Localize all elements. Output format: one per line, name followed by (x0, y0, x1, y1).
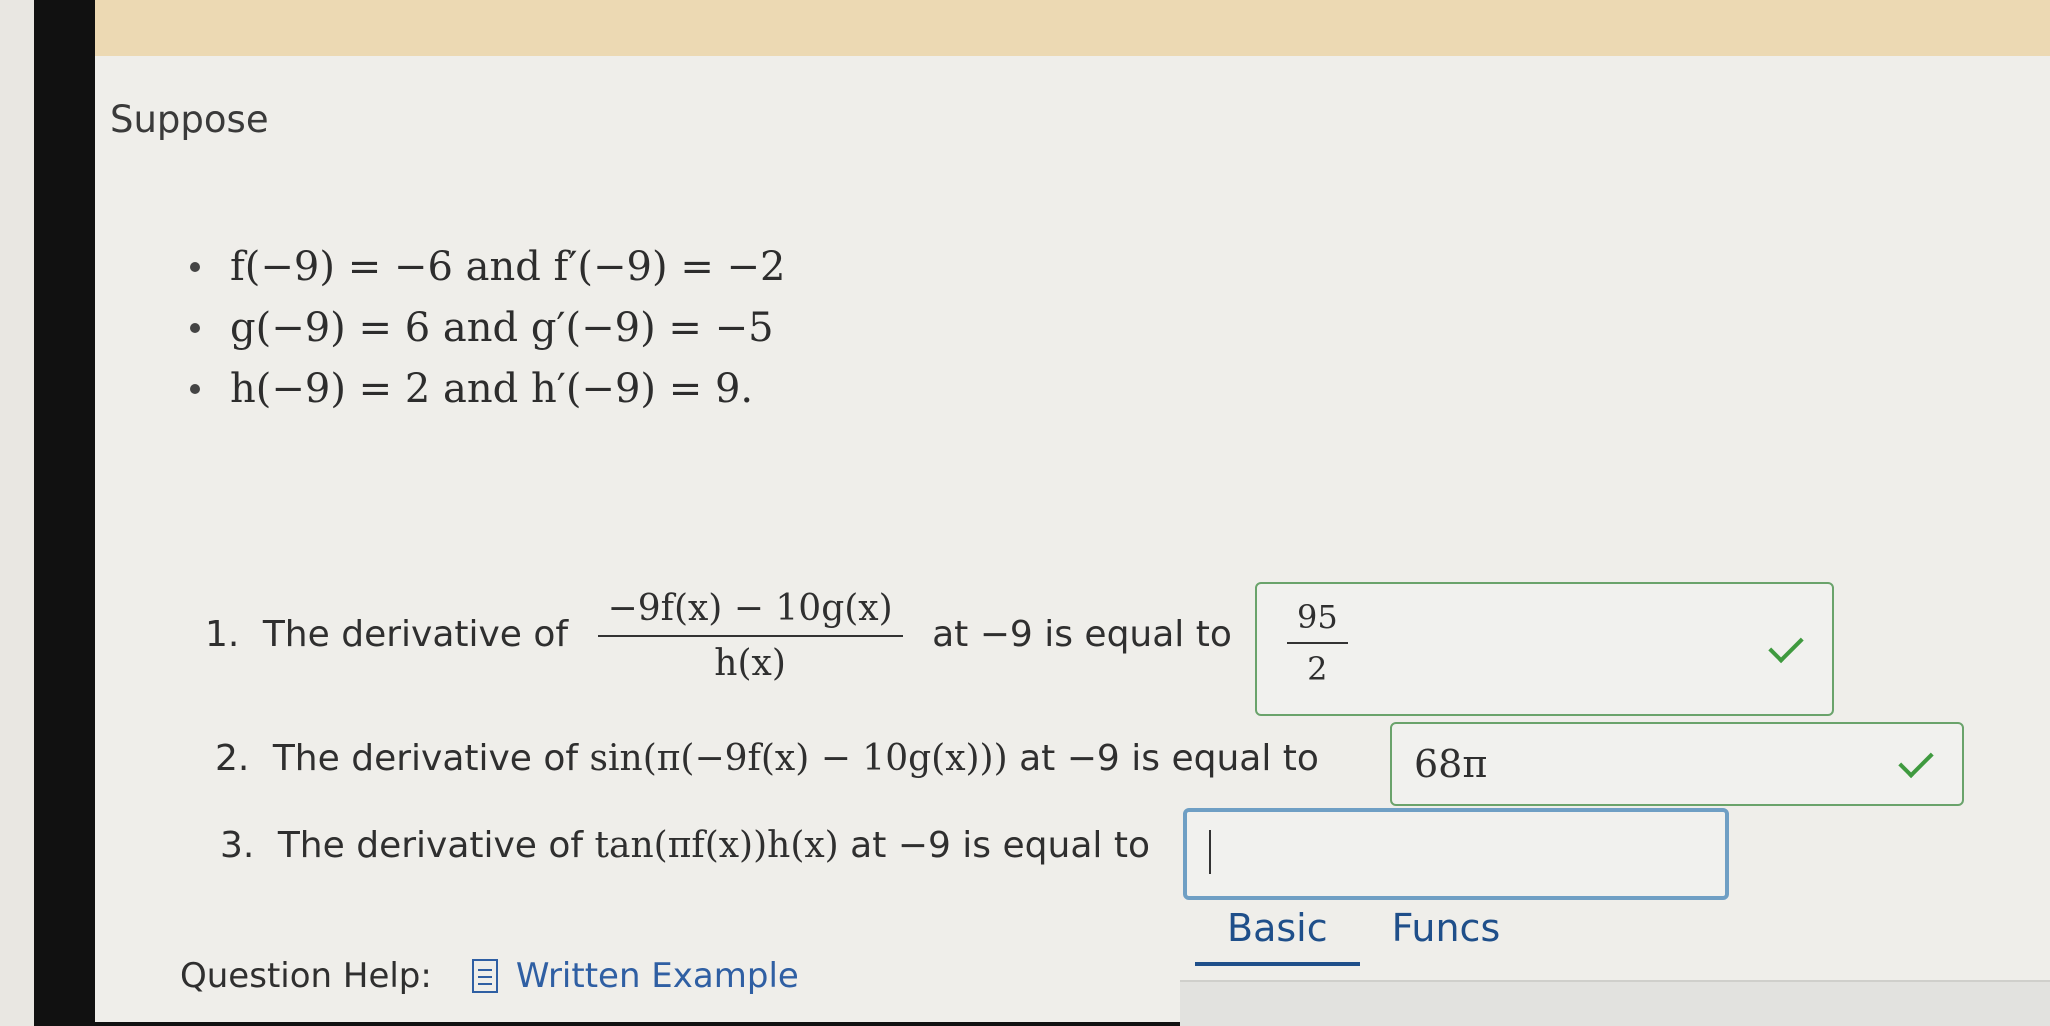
bullet-icon (190, 383, 200, 394)
question-3: 3. The derivative of tan(πf(x))h(x) at −… (220, 825, 1150, 866)
bullet-icon (190, 322, 200, 333)
expression-fraction: −9f(x) − 10g(x) h(x) (597, 588, 903, 684)
question-prefix: The derivative of (262, 614, 569, 655)
tab-basic[interactable]: Basic (1195, 900, 1360, 966)
answer-fraction: 95 2 (1287, 598, 1348, 688)
document-icon[interactable] (471, 959, 498, 993)
answer-denominator: 2 (1307, 650, 1328, 688)
question-number: 3. (220, 825, 255, 866)
check-icon (1898, 742, 1934, 779)
answer-numerator: 95 (1287, 598, 1348, 644)
question-expression: tan(πf(x))h(x) (594, 825, 839, 866)
keypad-tabs: Basic Funcs (1195, 900, 1532, 966)
intro-text: Suppose (110, 98, 269, 141)
check-icon (1768, 627, 1804, 664)
expression-numerator: −9f(x) − 10g(x) (597, 588, 903, 637)
given-item: g(−9) = 6 and g′(−9) = −5 (190, 297, 786, 358)
given-text: h(−9) = 2 and h′(−9) = 9. (230, 365, 754, 412)
given-list: f(−9) = −6 and f′(−9) = −2 g(−9) = 6 and… (190, 236, 786, 419)
question-suffix: at −9 is equal to (850, 825, 1150, 866)
question-panel (95, 56, 2050, 1022)
question-suffix: at −9 is equal to (932, 614, 1232, 655)
answer-input-2[interactable]: 68π (1390, 722, 1964, 806)
question-prefix: The derivative of (272, 738, 579, 779)
answer-input-3[interactable] (1183, 808, 1729, 900)
given-text: f(−9) = −6 and f′(−9) = −2 (230, 243, 786, 290)
question-expression: sin(π(−9f(x) − 10g(x))) (589, 738, 1008, 779)
question-number: 2. (215, 738, 250, 779)
given-text: g(−9) = 6 and g′(−9) = −5 (230, 304, 774, 351)
given-item: h(−9) = 2 and h′(−9) = 9. (190, 358, 786, 419)
left-edge (0, 0, 34, 1026)
tab-funcs[interactable]: Funcs (1360, 900, 1533, 966)
top-banner (95, 0, 2050, 56)
question-prefix: The derivative of (277, 825, 584, 866)
expression-denominator: h(x) (714, 643, 786, 684)
question-help: Question Help: Written Example (180, 956, 799, 996)
written-example-link[interactable]: Written Example (516, 956, 799, 996)
question-1: 1. The derivative of −9f(x) − 10g(x) h(x… (205, 588, 1232, 684)
question-number: 1. (205, 614, 240, 655)
question-help-label: Question Help: (180, 956, 432, 996)
given-item: f(−9) = −6 and f′(−9) = −2 (190, 236, 786, 297)
math-keypad (1180, 980, 2050, 1026)
answer-value: 68π (1414, 742, 1488, 786)
bullet-icon (190, 261, 200, 272)
question-2: 2. The derivative of sin(π(−9f(x) − 10g(… (215, 738, 1319, 779)
text-caret (1209, 830, 1211, 874)
answer-input-1[interactable]: 95 2 (1255, 582, 1834, 716)
question-suffix: at −9 is equal to (1019, 738, 1319, 779)
